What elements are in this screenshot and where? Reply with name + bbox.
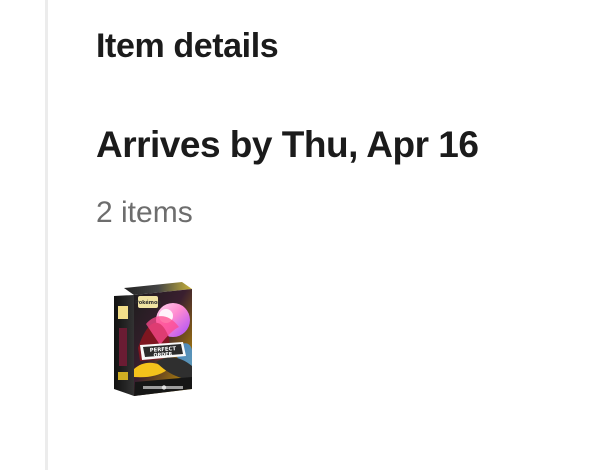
product-thumbnail[interactable]: Pokémon PERFECT ORDER (110, 278, 200, 404)
item-details-content: Item details Arrives by Thu, Apr 16 2 it… (96, 0, 576, 470)
section-title: Item details (96, 27, 279, 65)
product-box-image: Pokémon PERFECT ORDER (114, 282, 192, 396)
item-details-panel: Item details Arrives by Thu, Apr 16 2 it… (0, 0, 600, 470)
panel-divider (45, 0, 48, 470)
svg-text:Pokémon: Pokémon (135, 299, 161, 306)
arrival-date-heading: Arrives by Thu, Apr 16 (96, 124, 479, 165)
item-count: 2 items (96, 196, 193, 229)
